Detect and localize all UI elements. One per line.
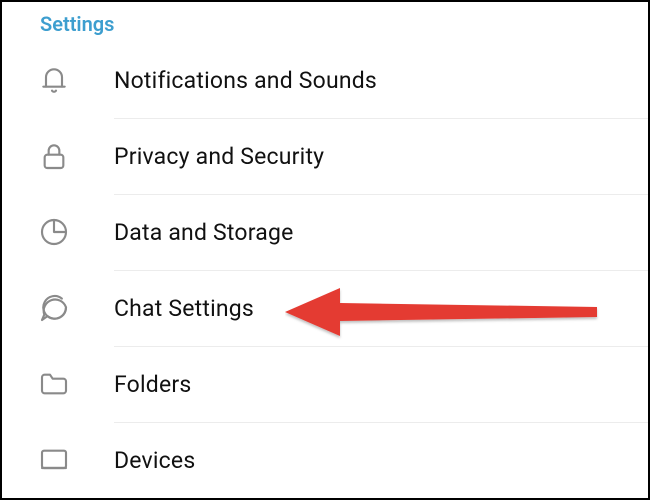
- settings-item-label: Data and Storage: [114, 219, 293, 246]
- settings-item-label: Notifications and Sounds: [114, 67, 377, 94]
- folder-icon: [32, 368, 114, 400]
- settings-item-chat-settings[interactable]: Chat Settings: [32, 270, 648, 346]
- section-header-title: Settings: [40, 12, 114, 36]
- settings-item-devices[interactable]: Devices: [32, 422, 648, 498]
- settings-item-label: Chat Settings: [114, 295, 254, 322]
- settings-item-folders[interactable]: Folders: [32, 346, 648, 422]
- pie-chart-icon: [32, 216, 114, 248]
- settings-item-label: Privacy and Security: [114, 143, 324, 170]
- chat-bubble-icon: [32, 292, 114, 324]
- section-header: Settings: [2, 2, 648, 42]
- bell-icon: [32, 64, 114, 96]
- settings-item-privacy[interactable]: Privacy and Security: [32, 118, 648, 194]
- settings-item-label: Devices: [114, 447, 195, 474]
- settings-item-notifications[interactable]: Notifications and Sounds: [32, 42, 648, 118]
- settings-list: Notifications and Sounds Privacy and Sec…: [2, 42, 648, 498]
- device-icon: [32, 444, 114, 476]
- lock-icon: [32, 140, 114, 172]
- settings-item-data-storage[interactable]: Data and Storage: [32, 194, 648, 270]
- settings-item-label: Folders: [114, 371, 191, 398]
